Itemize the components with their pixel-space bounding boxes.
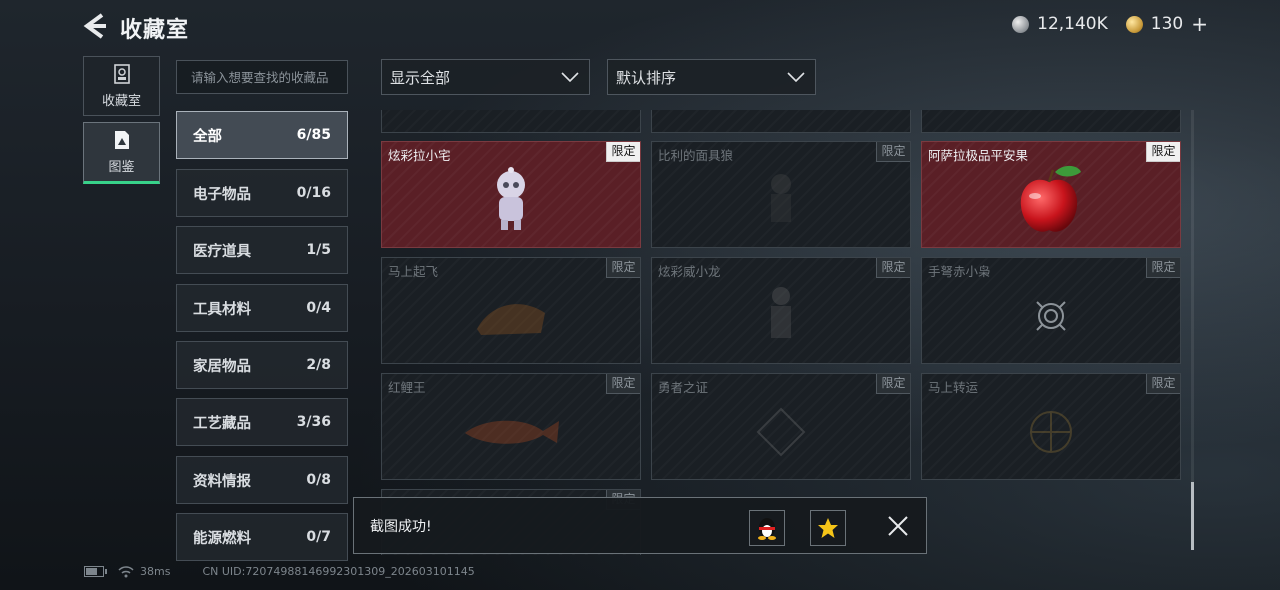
screenshot-toast: 截图成功! xyxy=(353,497,927,554)
sort-value: 默认排序 xyxy=(616,68,677,87)
item-card[interactable]: 炫彩拉小宅 限定 xyxy=(381,141,641,248)
item-name: 马上转运 xyxy=(928,380,979,395)
item-card[interactable]: 马上转运 限定 xyxy=(921,373,1181,480)
wheel-icon xyxy=(1030,410,1072,453)
chevron-down-icon xyxy=(561,72,579,82)
item-card-partial[interactable] xyxy=(651,110,911,133)
scrollbar-thumb[interactable] xyxy=(1191,482,1194,550)
collection-room-icon xyxy=(113,63,130,84)
tab-collection-room[interactable]: 收藏室 xyxy=(83,56,160,116)
item-card-partial[interactable] xyxy=(381,110,641,133)
gold-coin-icon xyxy=(1125,15,1143,33)
tab-handbook-label: 图鉴 xyxy=(108,159,135,175)
category-fuel[interactable]: 能源燃料 0/7 xyxy=(176,513,348,561)
category-intel[interactable]: 资料情报 0/8 xyxy=(176,456,348,504)
item-card[interactable]: 比利的面具狼 限定 xyxy=(651,141,911,248)
category-count: 0/16 xyxy=(296,185,331,201)
limited-tag: 限定 xyxy=(606,258,640,278)
category-count: 0/8 xyxy=(306,472,331,488)
item-name: 勇者之证 xyxy=(658,380,709,395)
item-name: 马上起飞 xyxy=(388,264,439,279)
item-name: 红鲤王 xyxy=(388,380,426,395)
item-card-partial[interactable] xyxy=(921,110,1181,133)
display-filter-dropdown[interactable]: 显示全部 xyxy=(381,59,590,95)
item-card[interactable]: 勇者之证 限定 xyxy=(651,373,911,480)
handbook-icon xyxy=(114,130,129,149)
limited-tag: 限定 xyxy=(1146,142,1180,162)
category-label: 资料情报 xyxy=(193,473,251,490)
red-carp-icon xyxy=(465,420,559,444)
qq-penguin-icon xyxy=(758,518,776,540)
add-currency-button[interactable]: + xyxy=(1191,14,1208,34)
limited-tag: 限定 xyxy=(1146,374,1180,394)
item-name: 炫彩威小龙 xyxy=(658,264,721,279)
category-electronics[interactable]: 电子物品 0/16 xyxy=(176,169,348,217)
sort-dropdown[interactable]: 默认排序 xyxy=(607,59,816,95)
category-label: 工艺藏品 xyxy=(193,415,251,432)
item-card[interactable]: 手弩赤小枭 限定 xyxy=(921,257,1181,364)
item-name: 比利的面具狼 xyxy=(658,148,734,163)
item-grid[interactable]: 炫彩拉小宅 限定 比利的面具狼 限定 阿萨拉极品平安果 限定 马上起飞 限定 炫… xyxy=(380,110,1185,555)
chevron-down-icon xyxy=(787,72,805,82)
target-placeholder-icon xyxy=(1036,301,1066,331)
limited-tag: 限定 xyxy=(606,374,640,394)
category-medical[interactable]: 医疗道具 1/5 xyxy=(176,226,348,274)
tab-handbook[interactable]: 图鉴 xyxy=(83,122,160,184)
display-filter-value: 显示全部 xyxy=(390,68,451,87)
category-crafts[interactable]: 工艺藏品 3/36 xyxy=(176,398,348,446)
category-label: 全部 xyxy=(193,128,222,145)
limited-tag: 限定 xyxy=(876,142,910,162)
category-count: 0/4 xyxy=(306,300,331,316)
item-name: 阿萨拉极品平安果 xyxy=(928,148,1029,163)
category-label: 医疗道具 xyxy=(193,243,251,260)
limited-tag: 限定 xyxy=(876,374,910,394)
category-count: 1/5 xyxy=(306,242,331,258)
category-count: 6/85 xyxy=(296,127,331,143)
close-icon[interactable] xyxy=(886,514,910,538)
page-title: 收藏室 xyxy=(120,18,190,43)
tab-collection-room-label: 收藏室 xyxy=(101,93,141,109)
category-label: 家居物品 xyxy=(193,358,251,375)
battery-icon xyxy=(84,566,107,577)
category-label: 能源燃料 xyxy=(193,530,251,547)
top-bar: 收藏室 12,140K 130 + xyxy=(0,0,1280,52)
search-input[interactable] xyxy=(176,60,348,94)
gold-currency-value: 130 xyxy=(1150,14,1184,34)
ping-value: 38ms xyxy=(140,565,171,578)
limited-tag: 限定 xyxy=(1146,258,1180,278)
doll-figure-icon xyxy=(497,166,525,230)
uid-text: CN UID:7207498814699230​1309_20260310114… xyxy=(202,565,475,578)
currency-bar: 12,140K 130 + xyxy=(1012,14,1208,34)
item-card[interactable]: 阿萨拉极品平安果 限定 xyxy=(921,141,1181,248)
dragon-figure-icon xyxy=(771,286,791,338)
category-count: 0/7 xyxy=(306,529,331,545)
item-name: 手弩赤小枭 xyxy=(928,264,991,279)
category-tools[interactable]: 工具材料 0/4 xyxy=(176,284,348,332)
toast-message: 截图成功! xyxy=(370,519,432,535)
category-label: 电子物品 xyxy=(193,186,251,203)
red-apple-icon xyxy=(1020,165,1081,232)
masked-wolf-icon xyxy=(771,173,791,222)
wifi-icon xyxy=(118,565,134,577)
category-count: 3/36 xyxy=(296,414,331,430)
status-bar: 38ms CN UID:7207498814699230​1309_202603… xyxy=(84,565,475,578)
item-card[interactable]: 马上起飞 限定 xyxy=(381,257,641,364)
limited-tag: 限定 xyxy=(876,258,910,278)
category-count: 2/8 xyxy=(306,357,331,373)
category-all[interactable]: 全部 6/85 xyxy=(176,111,348,159)
item-card[interactable]: 炫彩威小龙 限定 xyxy=(651,257,911,364)
horse-icon xyxy=(477,303,545,335)
share-qzone-button[interactable] xyxy=(810,510,846,546)
item-name: 炫彩拉小宅 xyxy=(388,148,451,163)
share-qq-button[interactable] xyxy=(749,510,785,546)
category-household[interactable]: 家居物品 2/8 xyxy=(176,341,348,389)
limited-tag: 限定 xyxy=(606,142,640,162)
badge-icon xyxy=(756,407,806,457)
back-arrow-icon[interactable] xyxy=(82,12,108,40)
category-label: 工具材料 xyxy=(193,301,251,318)
qzone-star-icon xyxy=(818,518,838,538)
silver-coin-icon xyxy=(1012,15,1030,33)
silver-currency-value: 12,140K xyxy=(1037,14,1108,34)
item-card[interactable]: 红鲤王 限定 xyxy=(381,373,641,480)
